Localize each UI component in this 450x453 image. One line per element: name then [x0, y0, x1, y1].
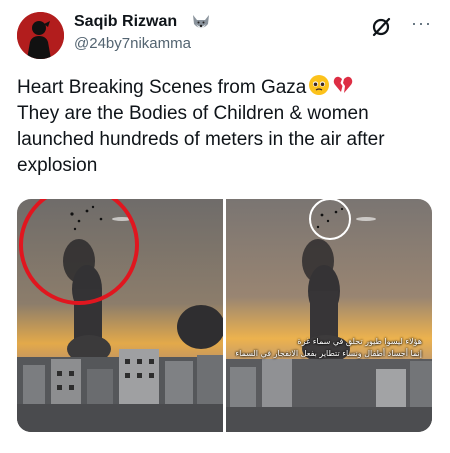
- image-caption-line-1: هؤلاء ليسوا طيور تحلق في سماء غزة: [297, 337, 422, 346]
- media-image-right[interactable]: هؤلاء ليسوا طيور تحلق في سماء غزة إنما أ…: [226, 199, 432, 432]
- tweet-card: Saqib Rizwan @24by7nikamma ··· Heart Bre…: [0, 0, 450, 453]
- explosion-scene-left: [17, 199, 223, 432]
- broken-heart-emoji-icon: [334, 76, 353, 93]
- explosion-scene-right: [226, 199, 432, 432]
- author-handle[interactable]: @24by7nikamma: [74, 35, 191, 52]
- tweet-line-1: Heart Breaking Scenes from Gaza: [17, 74, 437, 101]
- tweet-line-1-text: Heart Breaking Scenes from Gaza: [17, 77, 307, 98]
- tweet-media[interactable]: هؤلاء ليسوا طيور تحلق في سماء غزة إنما أ…: [17, 199, 432, 432]
- grok-slash-circle-icon[interactable]: [370, 16, 392, 38]
- author-display-name[interactable]: Saqib Rizwan: [74, 13, 177, 31]
- media-image-left[interactable]: [17, 199, 223, 432]
- image-caption-line-2: إنما أجساد أطفال ونساء تتطاير بفعل الانف…: [235, 349, 422, 358]
- tweet-text: Heart Breaking Scenes from Gaza They are…: [17, 74, 437, 179]
- silhouette-avatar-icon: [17, 12, 64, 59]
- more-dots-icon[interactable]: ···: [411, 14, 432, 32]
- wolf-emoji-icon: [193, 15, 209, 29]
- tweet-line-4: explosion: [17, 155, 98, 176]
- pleading-face-emoji-icon: [309, 75, 330, 95]
- avatar[interactable]: [17, 12, 64, 59]
- tweet-line-2: They are the Bodies of Children & women: [17, 103, 369, 124]
- tweet-line-3: launched hundreds of meters in the air a…: [17, 129, 385, 150]
